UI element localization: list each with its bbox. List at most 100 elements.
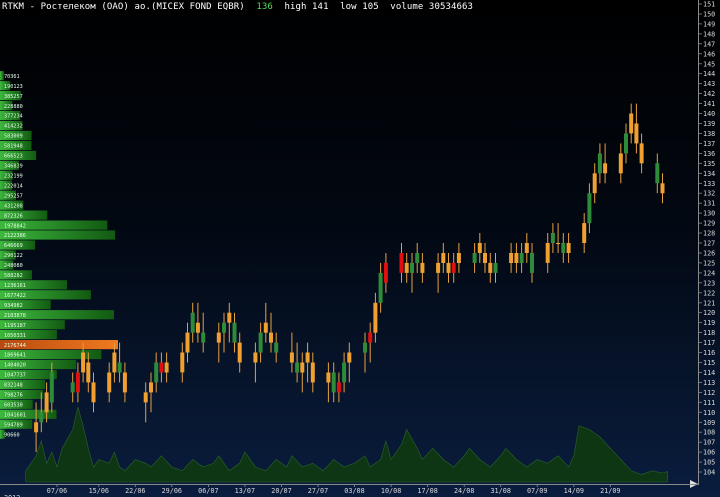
last-price: 136	[256, 2, 273, 12]
price-tick-label: 109	[703, 419, 715, 427]
profile-label: 2122386	[4, 233, 26, 239]
candle-body	[253, 352, 258, 363]
candle-body	[582, 223, 587, 243]
time-axis: 07/06 15/06 22/06 29/06 06/07 13/07 20/07 27/07…	[4, 484, 621, 497]
candle-body	[216, 332, 221, 343]
price-tick-label: 142	[703, 90, 715, 98]
time-tick-label: 07/06	[47, 487, 67, 495]
profile-label: 228880	[4, 104, 23, 110]
candle-body	[456, 253, 461, 263]
candle-body	[159, 362, 164, 373]
candle-body	[519, 253, 524, 263]
high-value: high 141	[284, 2, 329, 12]
profile-label: 248080	[4, 263, 23, 269]
candle-body	[180, 352, 185, 373]
price-tick-label: 110	[703, 409, 715, 417]
candle-body	[289, 352, 294, 363]
candle-body	[618, 153, 623, 174]
candle-body	[451, 262, 456, 273]
candle-body	[472, 253, 477, 263]
profile-label: 581948	[4, 144, 23, 150]
candle-body	[660, 183, 665, 194]
candle-body	[154, 362, 159, 383]
price-tick-label: 122	[703, 289, 715, 297]
price-tick-label: 116	[703, 349, 715, 357]
price-tick-label: 123	[703, 279, 715, 287]
profile-label: 377234	[4, 114, 23, 120]
profile-label: 583009	[4, 134, 23, 140]
price-chart[interactable]: 70361 190123 385257 228880 377234 414232 58300…	[0, 0, 720, 497]
candle-body	[597, 153, 602, 174]
candle-body	[195, 322, 200, 333]
price-tick-label: 148	[703, 30, 715, 38]
price-tick-label: 129	[703, 220, 715, 228]
candle-body	[634, 123, 639, 144]
profile-label: 385257	[4, 94, 23, 100]
candle-body	[493, 262, 498, 273]
profile-label: 1236161	[4, 283, 26, 289]
profile-label: 1978842	[4, 223, 26, 229]
candle-body	[603, 163, 608, 174]
candle-body	[399, 253, 404, 273]
profile-label: 222014	[4, 183, 23, 189]
candle-body	[70, 382, 75, 393]
price-tick-label: 113	[703, 379, 715, 387]
price-tick-label: 111	[703, 399, 715, 407]
candle-body	[483, 253, 487, 263]
profile-label: 1041601	[4, 413, 26, 419]
price-tick-label: 135	[703, 160, 715, 168]
price-tick-label: 140	[703, 110, 715, 118]
candle-body	[347, 352, 352, 363]
candle-body	[378, 272, 383, 303]
profile-label: 2176744	[4, 343, 26, 349]
candle-body	[342, 362, 347, 383]
candle-body	[91, 382, 96, 403]
time-tick-label: 17/08	[417, 487, 437, 495]
profile-label: 1404020	[4, 363, 26, 369]
profile-label: 588282	[4, 273, 23, 279]
time-tick-label: 22/06	[125, 487, 145, 495]
price-tick-label: 144	[703, 70, 715, 78]
price-tick-label: 121	[703, 299, 715, 307]
price-tick-label: 106	[703, 449, 715, 457]
candle-body	[373, 302, 378, 333]
candle-body	[227, 312, 232, 323]
price-tick-label: 124	[703, 269, 715, 277]
candle-body	[274, 342, 279, 353]
time-tick-label: 13/07	[235, 487, 255, 495]
candle-body	[624, 133, 628, 154]
profile-label: 832148	[4, 383, 23, 389]
profile-label: 431208	[4, 203, 23, 209]
candle-body	[556, 243, 561, 244]
volume-value: volume 30534663	[390, 2, 474, 12]
price-tick-label: 132	[703, 190, 715, 198]
candle-body	[86, 362, 91, 383]
candle-body	[566, 243, 571, 253]
price-tick-label: 137	[703, 140, 715, 148]
candle-body	[336, 382, 341, 393]
candle-body	[446, 262, 451, 273]
candle-body	[655, 163, 660, 184]
volume-area	[25, 406, 668, 483]
profile-label: 1677422	[4, 293, 26, 299]
candle-body	[263, 322, 268, 333]
time-tick-label: 20/07	[271, 487, 291, 495]
profile-label: 90660	[4, 432, 20, 438]
candle-body	[545, 243, 550, 263]
profile-label: 1050331	[4, 333, 26, 339]
candle-body	[117, 362, 122, 373]
price-tick-label: 147	[703, 40, 715, 48]
profile-label: 666523	[4, 154, 23, 160]
candle-body	[112, 352, 117, 373]
price-tick-label: 108	[703, 429, 715, 437]
time-tick-label: 29/06	[162, 487, 182, 495]
candle-body	[75, 372, 80, 393]
price-axis: 104 105 106 107 108 109 110 111 112 113 114 115 116 1…	[698, 1, 715, 477]
time-tick-label: 21/09	[600, 487, 620, 495]
price-tick-label: 150	[703, 11, 715, 19]
chart-window: 70361 190123 385257 228880 377234 414232 58300…	[0, 0, 720, 497]
price-tick-label: 133	[703, 180, 715, 188]
candle-body	[524, 243, 529, 253]
candle-body	[269, 332, 273, 343]
candle-body	[185, 332, 190, 353]
